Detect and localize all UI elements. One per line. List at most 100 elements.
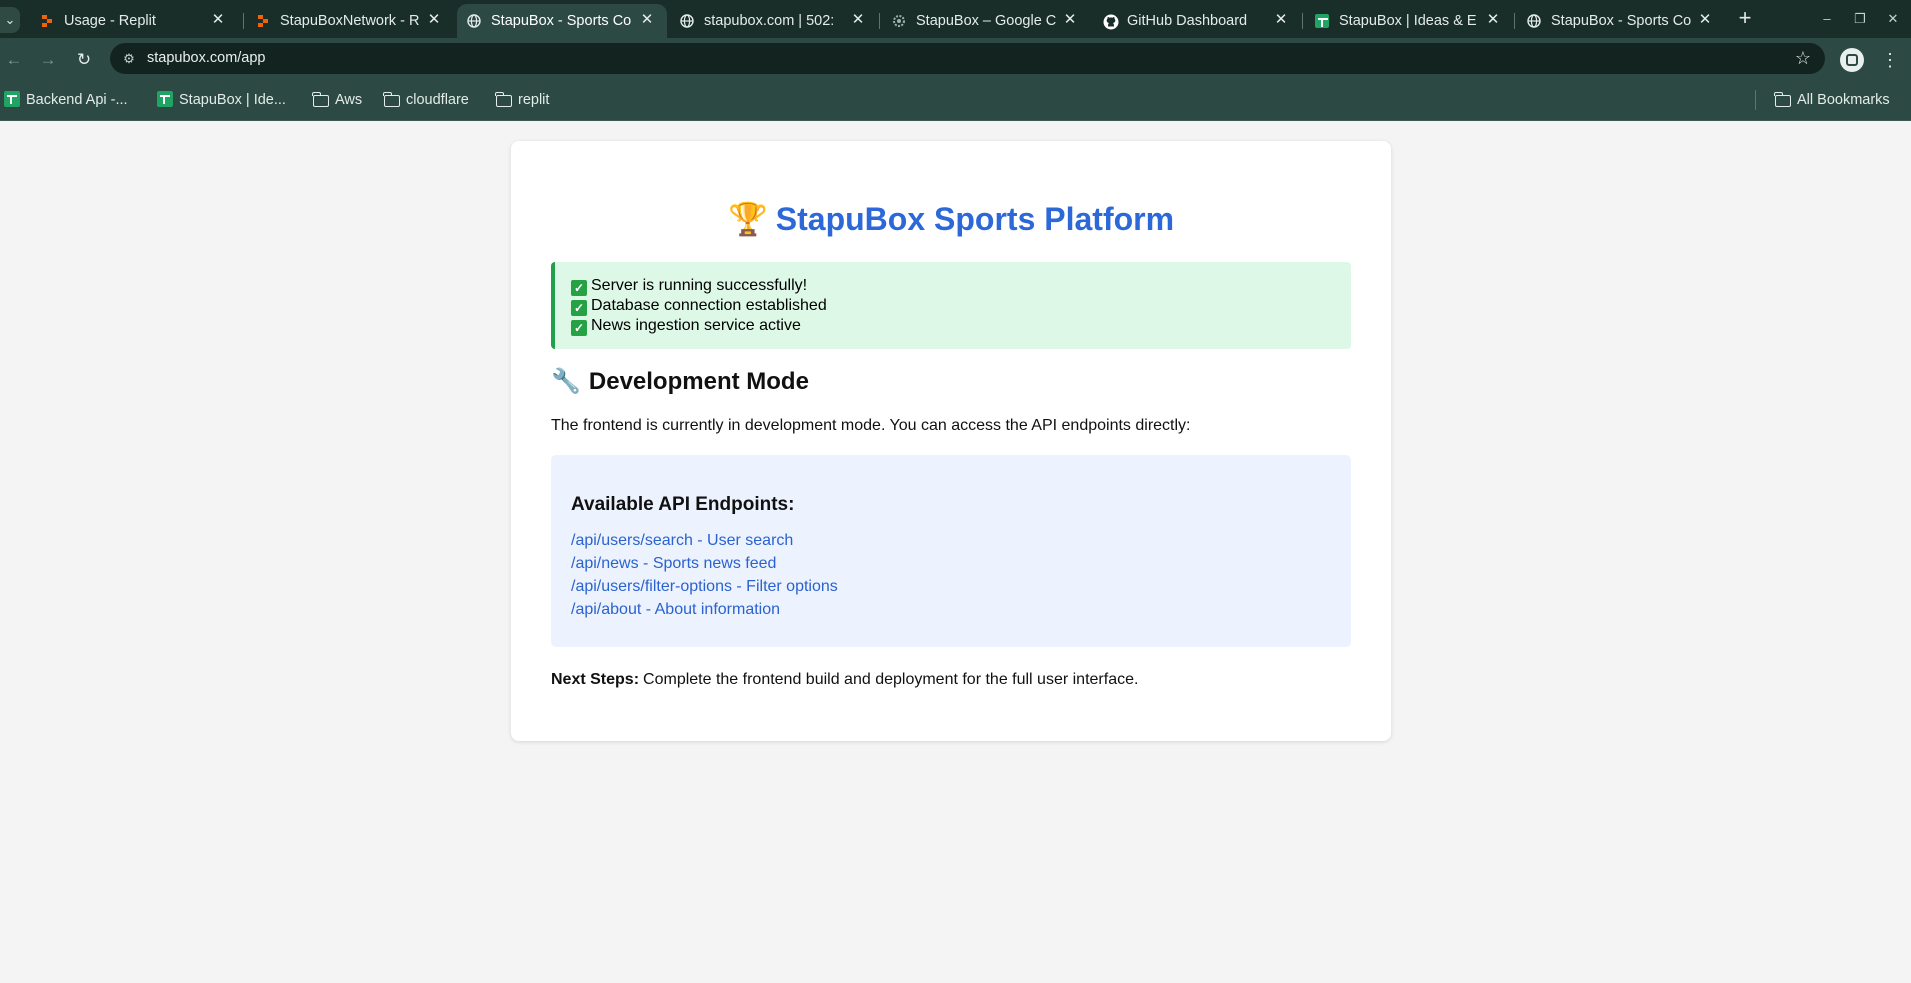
tab-title: StapuBoxNetwork - R: [280, 13, 420, 29]
folder-icon: [312, 92, 329, 107]
tab-strip: ⌄ Usage - Replit ✕ StapuBoxNetwork - R ✕…: [0, 0, 1911, 38]
status-line: ✓ News ingestion service active: [571, 316, 1351, 336]
close-icon[interactable]: ✕: [1695, 10, 1715, 30]
gear-icon: [892, 14, 906, 28]
endpoint-link-users-search[interactable]: /api/users/search - User search: [571, 529, 1351, 552]
bookmarks-bar: Backend Api -... StapuBox | Ide... Aws c…: [0, 80, 1911, 121]
url-text[interactable]: stapubox.com/app: [147, 50, 266, 67]
tab-google-cloud[interactable]: StapuBox – Google C ✕: [882, 4, 1090, 38]
close-icon[interactable]: ✕: [1483, 10, 1503, 30]
close-icon[interactable]: ✕: [848, 10, 868, 30]
tab-separator: [1302, 13, 1303, 29]
globe-icon: [467, 14, 481, 28]
tab-stapubox-sports-active[interactable]: StapuBox - Sports Co ✕: [457, 4, 667, 38]
folder-icon: [1774, 92, 1791, 107]
bookmark-label: Backend Api -...: [26, 92, 128, 108]
close-icon[interactable]: ✕: [208, 10, 228, 30]
profile-icon[interactable]: [1840, 48, 1864, 72]
bookmark-folder-cloudflare[interactable]: cloudflare: [383, 90, 469, 110]
status-text: News ingestion service active: [591, 317, 801, 334]
tab-title: StapuBox - Sports Co: [1551, 13, 1691, 29]
tab-stapubox-502[interactable]: stapubox.com | 502: ✕: [670, 4, 878, 38]
bookmark-label: cloudflare: [406, 92, 469, 108]
check-icon: ✓: [571, 280, 587, 296]
status-line: ✓ Database connection established: [571, 296, 1351, 316]
menu-icon[interactable]: ⋮: [1880, 47, 1900, 73]
status-line: ✓ Server is running successfully!: [571, 276, 1351, 296]
page-title-text: StapuBox Sports Platform: [775, 201, 1175, 237]
globe-icon: [1527, 14, 1541, 28]
tab-title: GitHub Dashboard: [1127, 13, 1248, 29]
endpoint-link-about[interactable]: /api/about - About information: [571, 598, 1351, 621]
endpoint-link-filter-options[interactable]: /api/users/filter-options - Filter optio…: [571, 575, 1351, 598]
tab-stapuboxnetwork-replit[interactable]: StapuBoxNetwork - R ✕: [246, 4, 454, 38]
dev-mode-description: The frontend is currently in development…: [551, 417, 1191, 434]
dev-mode-heading-text: Development Mode: [588, 368, 809, 395]
sheets-icon: [4, 91, 20, 107]
tab-stapubox-sports-2[interactable]: StapuBox - Sports Co ✕: [1517, 4, 1725, 38]
endpoints-title: Available API Endpoints:: [571, 494, 795, 515]
bookmark-stapubox-ideas[interactable]: StapuBox | Ide...: [157, 90, 286, 110]
close-icon[interactable]: ✕: [424, 10, 444, 30]
reload-icon[interactable]: ↻: [71, 47, 97, 73]
bookmark-label: StapuBox | Ide...: [179, 92, 286, 108]
forward-icon[interactable]: →: [35, 47, 61, 73]
folder-icon: [383, 92, 400, 107]
minimize-icon[interactable]: –: [1815, 9, 1839, 29]
sheets-icon: [1315, 14, 1329, 28]
back-icon[interactable]: ←: [1, 47, 27, 73]
next-steps-label: Next Steps:: [551, 671, 640, 688]
tab-usage-replit[interactable]: Usage - Replit ✕: [30, 4, 238, 38]
window-close-icon[interactable]: ✕: [1881, 9, 1905, 29]
globe-icon: [680, 14, 694, 28]
tab-stapubox-ideas[interactable]: StapuBox | Ideas & E ✕: [1305, 4, 1513, 38]
folder-icon: [495, 92, 512, 107]
page-viewport: 🏆 StapuBox Sports Platform ✓ Server is run…: [0, 121, 1911, 983]
bookmark-label: Aws: [335, 92, 363, 108]
tab-search-button[interactable]: ⌄: [0, 7, 20, 33]
main-card: 🏆 StapuBox Sports Platform ✓ Server is run…: [511, 141, 1391, 741]
close-icon[interactable]: ✕: [1060, 10, 1080, 30]
check-icon: ✓: [571, 320, 587, 336]
bookmark-folder-replit[interactable]: replit: [495, 90, 550, 110]
bookmarks-divider: [1755, 90, 1756, 110]
bookmark-label: replit: [518, 92, 550, 108]
next-steps-text: Complete the frontend build and deployme…: [643, 671, 1139, 688]
tab-separator: [1514, 13, 1515, 29]
tab-title: Usage - Replit: [64, 13, 156, 29]
tab-separator: [243, 13, 244, 29]
replit-icon: [256, 14, 270, 28]
tab-separator: [879, 13, 880, 29]
wrench-icon: 🔧: [551, 368, 581, 395]
endpoint-link-news[interactable]: /api/news - Sports news feed: [571, 552, 1351, 575]
address-bar[interactable]: ⚙ stapubox.com/app ☆: [110, 43, 1825, 74]
check-icon: ✓: [571, 300, 587, 316]
status-text: Server is running successfully!: [591, 277, 808, 294]
bookmark-backend-api[interactable]: Backend Api -...: [4, 90, 128, 110]
sheets-icon: [157, 91, 173, 107]
endpoints-box: Available API Endpoints: /api/users/sear…: [551, 455, 1351, 647]
tab-title: stapubox.com | 502:: [704, 13, 835, 29]
new-tab-button[interactable]: +: [1732, 6, 1758, 32]
status-box: ✓ Server is running successfully! ✓ Databa…: [551, 262, 1351, 349]
next-steps: Next Steps: Complete the frontend build a…: [551, 670, 1138, 690]
close-icon[interactable]: ✕: [1271, 10, 1291, 30]
dev-mode-heading: 🔧 Development Mode: [551, 367, 809, 397]
tab-title: StapuBox – Google C: [916, 13, 1056, 29]
browser-toolbar: ← → ↻ ⚙ stapubox.com/app ☆ ⋮: [0, 38, 1911, 80]
bookmark-folder-aws[interactable]: Aws: [312, 90, 363, 110]
all-bookmarks[interactable]: All Bookmarks: [1774, 90, 1890, 110]
tab-github-dashboard[interactable]: GitHub Dashboard ✕: [1093, 4, 1301, 38]
tab-title: StapuBox - Sports Co: [491, 13, 632, 29]
close-icon[interactable]: ✕: [637, 10, 657, 30]
restore-icon[interactable]: ❐: [1848, 9, 1872, 29]
replit-icon: [40, 14, 54, 28]
github-icon: [1103, 14, 1119, 30]
page-title: 🏆 StapuBox Sports Platform: [511, 199, 1391, 239]
status-text: Database connection established: [591, 297, 827, 314]
site-settings-icon[interactable]: ⚙: [120, 50, 138, 68]
all-bookmarks-label: All Bookmarks: [1797, 92, 1890, 108]
trophy-icon: 🏆: [727, 201, 768, 237]
bookmark-star-icon[interactable]: ☆: [1795, 48, 1811, 68]
tab-title: StapuBox | Ideas & E: [1339, 13, 1477, 29]
